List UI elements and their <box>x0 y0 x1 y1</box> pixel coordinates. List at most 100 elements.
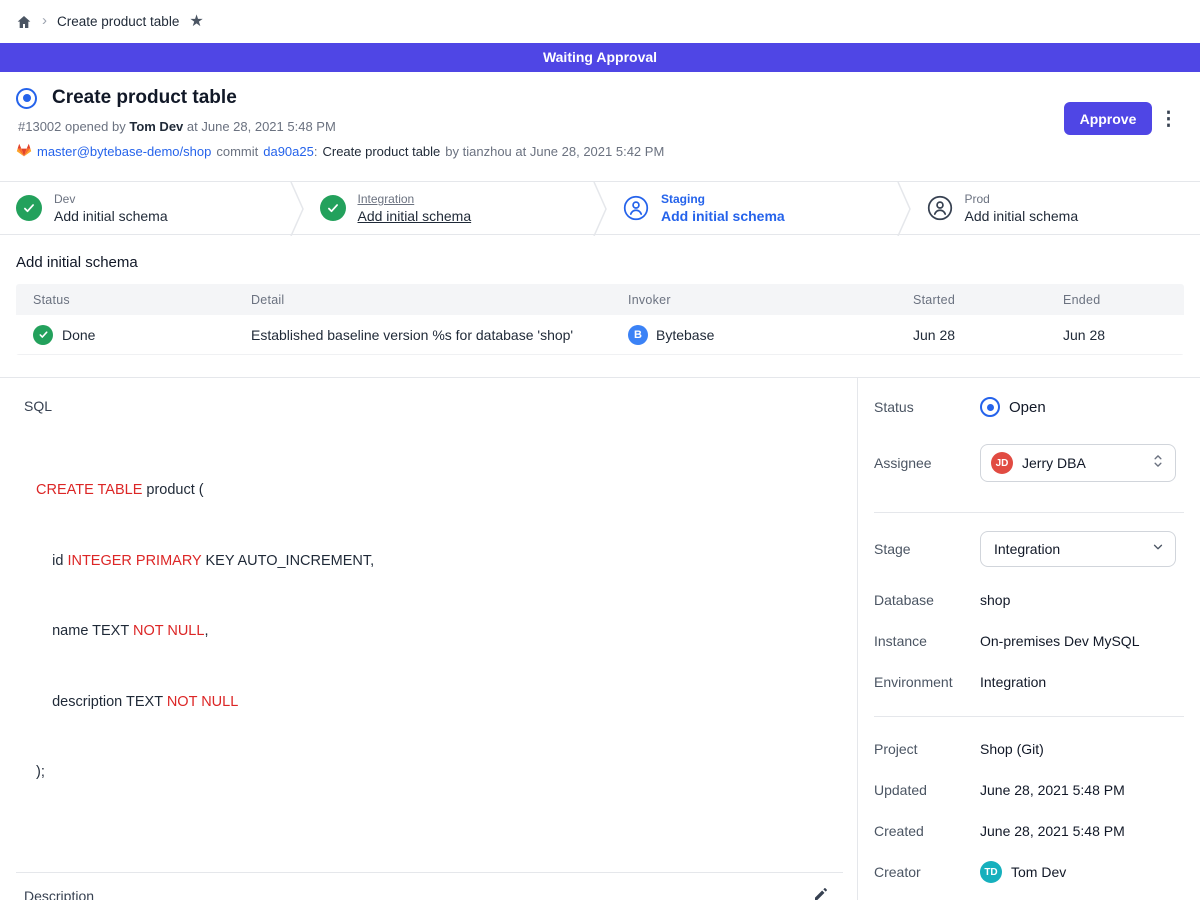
pipeline-stage-staging[interactable]: Staging Add initial schema <box>607 182 897 234</box>
avatar: TD <box>980 861 1002 883</box>
commit-byline: by tianzhou at June 28, 2021 5:42 PM <box>445 144 664 159</box>
breadcrumb-separator-icon: › <box>42 13 47 28</box>
approval-banner: Waiting Approval <box>0 43 1200 72</box>
issue-opened-at: at June 28, 2021 5:48 PM <box>187 119 336 134</box>
task-status-text: Done <box>62 327 95 343</box>
sql-line: description TEXT NOT NULL <box>36 691 857 715</box>
divider <box>874 716 1184 717</box>
database-value: shop <box>980 592 1010 608</box>
status-label: Status <box>874 399 980 415</box>
stage-task-label: Add initial schema <box>661 208 785 224</box>
divider <box>874 512 1184 513</box>
content-area: SQL CREATE TABLE product ( id INTEGER PR… <box>0 377 1200 900</box>
task-invoker-name: Bytebase <box>656 327 714 343</box>
sql-line: id INTEGER PRIMARY KEY AUTO_INCREMENT, <box>36 550 857 574</box>
task-invoker-cell: B Bytebase <box>628 325 913 345</box>
column-detail: Detail <box>251 293 628 307</box>
database-label: Database <box>874 592 980 608</box>
task-detail-cell: Established baseline version %s for data… <box>251 327 628 343</box>
issue-open-icon <box>980 397 1000 417</box>
commit-message: Create product table <box>322 144 440 159</box>
gitlab-icon <box>16 142 32 160</box>
pipeline-stage-integration[interactable]: Integration Add initial schema <box>304 182 594 234</box>
created-value: June 28, 2021 5:48 PM <box>980 823 1125 839</box>
stage-select[interactable]: Integration <box>980 531 1176 567</box>
person-icon <box>927 195 953 221</box>
creator-value: TD Tom Dev <box>980 861 1066 883</box>
sql-line: CREATE TABLE product ( <box>36 479 857 503</box>
column-started: Started <box>913 293 1063 307</box>
up-down-icon <box>1151 453 1165 474</box>
issue-author: Tom Dev <box>129 119 183 134</box>
page-title: Create product table <box>52 87 237 109</box>
task-ended-cell: Jun 28 <box>1063 327 1184 343</box>
updated-value: June 28, 2021 5:48 PM <box>980 782 1125 798</box>
pipeline-stage-bar: Dev Add initial schema Integration Add i… <box>0 181 1200 235</box>
created-label: Created <box>874 823 980 839</box>
task-section-title: Add initial schema <box>16 254 1184 271</box>
breadcrumb: › Create product table ★ <box>0 0 1200 43</box>
pipeline-stage-dev[interactable]: Dev Add initial schema <box>0 182 290 234</box>
assignee-select[interactable]: JD Jerry DBA <box>980 444 1176 482</box>
kebab-menu-icon[interactable]: ⋮ <box>1155 106 1182 133</box>
check-icon <box>320 195 346 221</box>
stage-label: Stage <box>874 541 980 557</box>
task-status-cell: Done <box>33 325 251 345</box>
commit-colon: : <box>314 144 318 159</box>
commit-hash-wrap: da90a25: <box>263 144 317 159</box>
project-value: Shop (Git) <box>980 741 1044 757</box>
stage-task-label: Add initial schema <box>54 208 168 224</box>
sql-section-label: SQL <box>24 398 857 414</box>
task-section: Add initial schema Status Detail Invoker… <box>0 254 1200 355</box>
issue-sidebar: Status Open Assignee JD Jerry DBA <box>858 378 1200 900</box>
commit-word: commit <box>216 144 258 159</box>
task-table: Status Detail Invoker Started Ended Done… <box>16 284 1184 355</box>
star-icon[interactable]: ★ <box>189 14 203 30</box>
edit-icon[interactable] <box>813 886 829 900</box>
stage-separator-icon <box>593 182 607 234</box>
bytebase-issue-page: › Create product table ★ Waiting Approva… <box>0 0 1200 900</box>
check-icon <box>16 195 42 221</box>
check-icon <box>33 325 53 345</box>
main-column: SQL CREATE TABLE product ( id INTEGER PR… <box>0 378 858 900</box>
creator-name: Tom Dev <box>1011 864 1066 880</box>
stage-selected-value: Integration <box>994 541 1060 557</box>
person-icon <box>623 195 649 221</box>
instance-label: Instance <box>874 633 980 649</box>
home-icon[interactable] <box>16 14 32 30</box>
instance-value: On-premises Dev MySQL <box>980 633 1139 649</box>
stage-env-label: Staging <box>661 192 785 206</box>
environment-label: Environment <box>874 674 980 690</box>
column-invoker: Invoker <box>628 293 913 307</box>
sql-statement: CREATE TABLE product ( id INTEGER PRIMAR… <box>36 432 857 832</box>
issue-id-text: #13002 opened by <box>18 119 126 134</box>
sql-line: ); <box>36 761 857 785</box>
commit-info: master@bytebase-demo/shop commit da90a25… <box>16 142 1184 160</box>
stage-env-label: Prod <box>965 192 1079 206</box>
stage-separator-icon <box>897 182 911 234</box>
task-table-header: Status Detail Invoker Started Ended <box>16 284 1184 315</box>
column-ended: Ended <box>1063 293 1184 307</box>
stage-task-label: Add initial schema <box>965 208 1079 224</box>
updated-label: Updated <box>874 782 980 798</box>
commit-hash-link[interactable]: da90a25 <box>263 144 314 159</box>
avatar: JD <box>991 452 1013 474</box>
assignee-label: Assignee <box>874 455 980 471</box>
stage-env-label: Integration <box>358 192 472 206</box>
status-value: Open <box>980 397 1046 417</box>
table-row: Done Established baseline version %s for… <box>16 315 1184 355</box>
assignee-name: Jerry DBA <box>1022 455 1086 471</box>
stage-separator-icon <box>290 182 304 234</box>
stage-env-label: Dev <box>54 192 168 206</box>
status-text: Open <box>1009 399 1046 416</box>
issue-meta: #13002 opened by Tom Dev at June 28, 202… <box>16 119 1184 134</box>
avatar: B <box>628 325 648 345</box>
project-label: Project <box>874 741 980 757</box>
column-status: Status <box>33 293 251 307</box>
breadcrumb-page-title: Create product table <box>57 14 179 29</box>
branch-link[interactable]: master@bytebase-demo/shop <box>37 144 211 159</box>
approve-button[interactable]: Approve <box>1064 102 1152 135</box>
issue-open-icon <box>16 88 37 109</box>
sql-line: name TEXT NOT NULL, <box>36 620 857 644</box>
pipeline-stage-prod[interactable]: Prod Add initial schema <box>911 182 1200 234</box>
